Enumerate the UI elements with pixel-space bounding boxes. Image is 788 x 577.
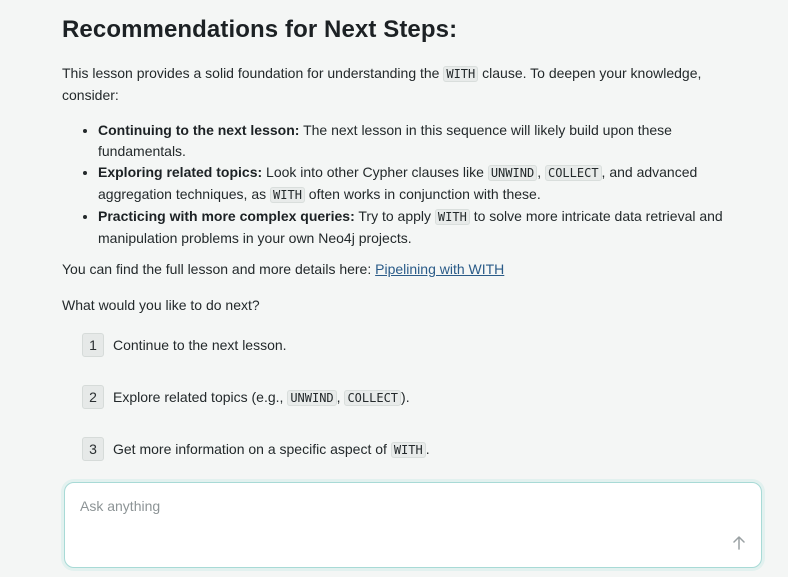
message-composer[interactable]: Ask anything — [64, 482, 762, 568]
lesson-link-text: You can find the full lesson and more de… — [62, 261, 376, 277]
choice-text-part: Get more information on a specific aspec… — [113, 441, 391, 457]
choice-number: 1 — [82, 333, 104, 357]
recommendation-list: Continuing to the next lesson: The next … — [84, 120, 758, 249]
inline-code: COLLECT — [544, 165, 602, 181]
lesson-link-paragraph: You can find the full lesson and more de… — [62, 259, 742, 280]
list-item: Continuing to the next lesson: The next … — [98, 120, 758, 162]
intro-text-before: This lesson provides a solid foundation … — [62, 65, 444, 81]
list-item: Exploring related topics: Look into othe… — [98, 162, 758, 206]
choice-text: Continue to the next lesson. — [113, 337, 287, 353]
list-item: Practicing with more complex queries: Tr… — [98, 206, 758, 249]
inline-code: WITH — [390, 442, 426, 458]
bullet-text: , — [537, 164, 545, 180]
lesson-link[interactable]: Pipelining with WITH — [375, 261, 504, 277]
composer-placeholder[interactable]: Ask anything — [80, 498, 160, 514]
choice-number: 2 — [82, 385, 104, 409]
bullet-title: Continuing to the next lesson: — [98, 122, 300, 138]
bullet-text: Look into other Cypher clauses like — [262, 164, 488, 180]
inline-code: UNWIND — [487, 165, 538, 181]
bullet-title: Exploring related topics: — [98, 164, 263, 180]
inline-code: UNWIND — [287, 390, 337, 406]
choice-text: Explore related topics (e.g., UNWIND, CO… — [113, 389, 410, 406]
choice-number: 3 — [82, 437, 104, 461]
arrow-up-icon[interactable] — [729, 533, 749, 553]
bullet-text: Try to apply — [354, 208, 435, 224]
inline-code: WITH — [434, 209, 470, 225]
choice-text-part: Explore related topics (e.g., — [113, 389, 288, 405]
bullet-title: Practicing with more complex queries: — [98, 208, 355, 224]
choice-text-part: ). — [401, 389, 410, 405]
inline-code: WITH — [443, 66, 479, 82]
section-heading: Recommendations for Next Steps: — [62, 16, 458, 43]
choice-2[interactable]: 2 Explore related topics (e.g., UNWIND, … — [82, 385, 410, 409]
inline-code: COLLECT — [344, 390, 402, 406]
inline-code: WITH — [270, 187, 305, 203]
choice-text-part: . — [425, 441, 430, 457]
choice-3[interactable]: 3 Get more information on a specific asp… — [82, 437, 430, 461]
next-question: What would you like to do next? — [62, 297, 260, 313]
intro-paragraph: This lesson provides a solid foundation … — [62, 63, 742, 106]
choice-1[interactable]: 1 Continue to the next lesson. — [82, 333, 287, 357]
bullet-text: often works in conjunction with these. — [304, 186, 541, 202]
choice-text: Get more information on a specific aspec… — [113, 441, 430, 458]
